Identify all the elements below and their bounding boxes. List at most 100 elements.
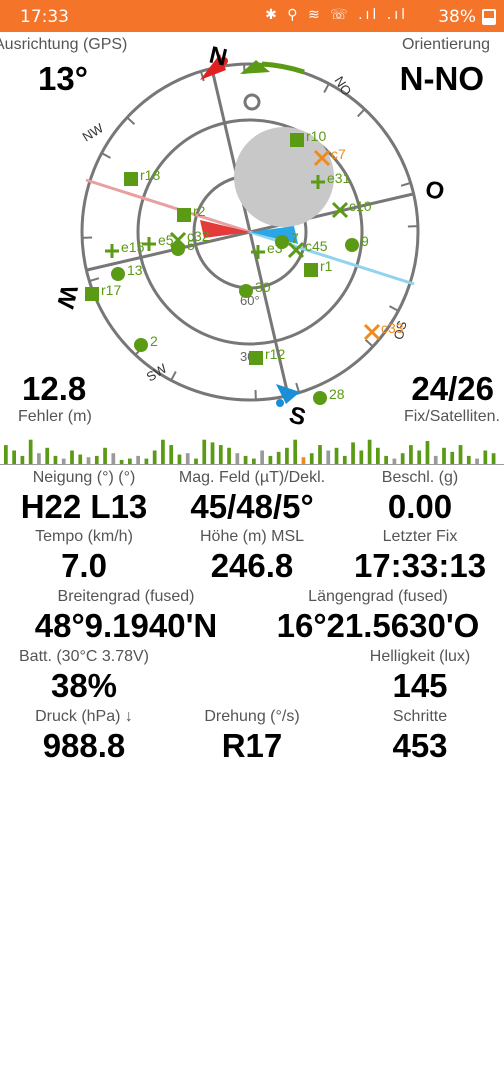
cardinal-n: N — [207, 42, 230, 72]
ring-tick — [101, 152, 111, 159]
heading-label: Ausrichtung (GPS) — [0, 36, 128, 53]
signal-bar — [268, 455, 273, 464]
signal-bar — [218, 445, 223, 464]
signal-bar — [86, 457, 91, 464]
ring-tick — [89, 277, 100, 283]
signal-bar — [400, 453, 405, 464]
signal-bar — [37, 453, 41, 464]
signal-bar — [161, 439, 165, 464]
signal-bar — [169, 445, 174, 464]
satellite-e15: e15 — [105, 239, 145, 258]
satellite-circle-icon — [171, 242, 185, 256]
signal-bar — [318, 445, 322, 464]
steps-value: 453 — [392, 727, 448, 764]
satellite-plus-icon — [105, 244, 119, 258]
satellite-label: r18 — [140, 167, 160, 183]
signal-bar — [28, 439, 33, 464]
satellite-13: 13 — [111, 262, 143, 281]
tilt-value: H22 L13 — [20, 488, 148, 525]
error-label: Fehler (m) — [18, 408, 92, 425]
sun-direction-line — [85, 178, 251, 234]
rotation-label: Drehung (°/s) — [204, 708, 300, 725]
orientation-label: Orientierung — [401, 36, 490, 53]
signal-bar — [177, 454, 182, 464]
signal-bar — [144, 458, 149, 464]
accel-label: Beschl. (g) — [381, 469, 459, 486]
satellite-9: 9 — [345, 233, 369, 252]
satellite-label: r10 — [306, 128, 326, 144]
ring-tick — [357, 108, 366, 118]
signal-bar — [351, 442, 355, 464]
signal-bar — [119, 459, 124, 464]
battery-value: 38% — [50, 667, 118, 704]
satellite-r1: r1 — [304, 258, 333, 277]
speed-label: Tempo (km/h) — [35, 528, 133, 545]
ring-tick — [400, 181, 411, 187]
orientation-value: N-NO — [399, 60, 484, 97]
signal-bar — [491, 453, 496, 464]
ring-tick — [389, 305, 399, 312]
signal-bar — [342, 455, 347, 464]
signal-bar — [12, 450, 16, 464]
last-fix-value: 17:33:13 — [353, 547, 487, 584]
satellite-label: r12 — [265, 346, 285, 362]
satellite-label: 13 — [127, 262, 143, 278]
ring-tick — [364, 339, 374, 348]
south-dot-icon — [276, 399, 284, 407]
satellite-label: 5 — [187, 237, 195, 253]
status-icons: ✱ ⚲ ≋ ☏ .ıl .ıl — [265, 7, 408, 23]
signal-bar — [4, 445, 8, 464]
battery-label: Batt. (30°C 3.78V) — [18, 648, 150, 665]
signal-bar — [293, 439, 298, 464]
cardinal-s: S — [287, 402, 309, 432]
signal-bar — [367, 439, 372, 464]
satellite-label: 9 — [361, 233, 369, 249]
satellite-label: e5 — [158, 232, 174, 248]
signal-bar — [227, 447, 231, 464]
error-value: 12.8 — [22, 370, 87, 407]
satellite-5: 5 — [171, 237, 195, 256]
signal-bar — [392, 458, 397, 464]
signal-bar — [45, 447, 50, 464]
satellite-label: 30 — [255, 279, 271, 295]
ring-tick — [126, 116, 136, 125]
satellite-square-icon — [304, 263, 318, 277]
satellite-2: 2 — [134, 333, 158, 352]
satellite-label: e3 — [267, 240, 283, 256]
satellite-square-icon — [124, 172, 138, 186]
signal-bar — [458, 445, 463, 464]
brightness-label: Helligkeit (lux) — [369, 648, 471, 665]
signal-bar — [326, 450, 331, 464]
latitude-value: 48°9.1940'N — [34, 607, 218, 644]
status-bar: 17:33 ✱ ⚲ ≋ ☏ .ıl .ıl 38% — [0, 0, 504, 32]
last-fix-label: Letzter Fix — [382, 528, 458, 545]
signal-bar — [136, 455, 140, 464]
satellite-label: c7 — [331, 146, 346, 162]
signal-bar — [409, 445, 413, 464]
intercardinal-no: NO — [331, 74, 354, 98]
signal-bar — [260, 450, 264, 464]
signal-bar — [276, 451, 281, 464]
signal-bar — [20, 455, 25, 464]
signal-bar — [185, 453, 190, 464]
status-time: 17:33 — [20, 7, 69, 27]
satellite-label: c45 — [305, 238, 328, 254]
fix-satellites-label: Fix/Satelliten. — [403, 408, 500, 425]
satellite-square-icon — [290, 133, 304, 147]
satellite-label: e15 — [121, 239, 145, 255]
brightness-value: 145 — [392, 667, 448, 704]
signal-bar — [194, 458, 198, 464]
satellite-label: c10 — [349, 198, 372, 214]
satellite-label: 2 — [150, 333, 158, 349]
longitude-label: Längengrad (fused) — [308, 588, 448, 605]
signal-bar — [252, 458, 256, 464]
signal-bar — [301, 457, 306, 464]
satellite-circle-icon — [345, 238, 359, 252]
signal-bar — [483, 450, 488, 464]
pressure-value: 988.8 — [42, 727, 126, 764]
satellite-square-icon — [177, 208, 191, 222]
satellite-circle-icon — [313, 391, 327, 405]
satellite-circle-icon — [111, 267, 125, 281]
satellite-square-icon — [85, 287, 99, 301]
signal-bar — [210, 442, 215, 464]
